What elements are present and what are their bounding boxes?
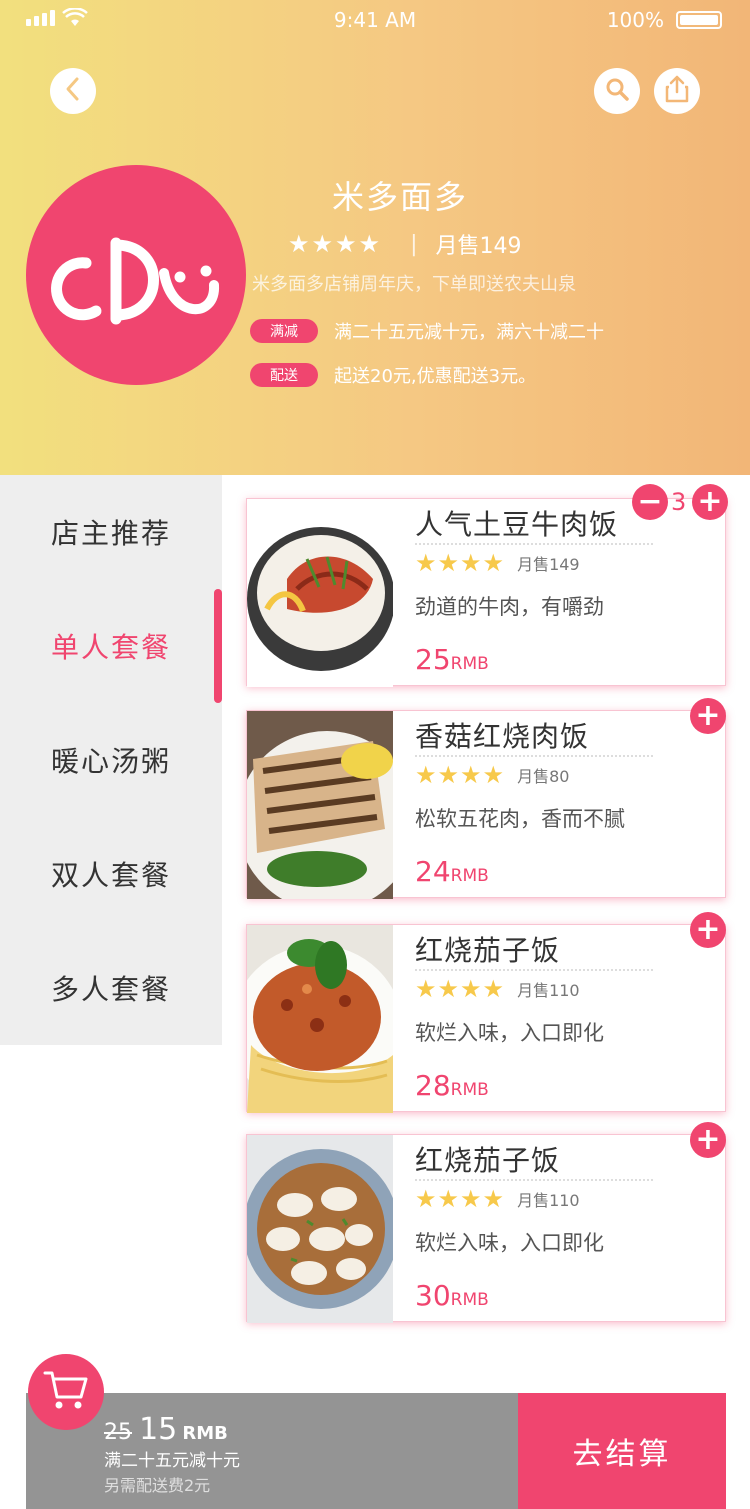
promo-discount: 满减 满二十五元减十元，满六十减二十 (250, 318, 604, 344)
dish-name: 人气土豆牛肉饭 (415, 503, 653, 545)
dish-description: 软烂入味，入口即化 (415, 1021, 604, 1045)
promo-delivery: 配送 起送20元,优惠配送3元。 (250, 362, 536, 388)
price-value: 25 (415, 643, 451, 676)
add-to-cart-button[interactable]: + (690, 698, 726, 734)
dish-stars: ★★★★ (415, 549, 506, 577)
shop-name: 米多面多 (331, 178, 468, 216)
cart-total-price: 15 (139, 1412, 178, 1447)
dish-photo (247, 499, 393, 687)
dish-price: 30RMB (415, 1279, 489, 1312)
shop-rating: ★★★★ | 月售149 (288, 228, 521, 260)
status-bar: 9:41 AM 100% (0, 0, 750, 40)
decrease-quantity-button[interactable]: − (632, 484, 668, 520)
dish-description: 软烂入味，入口即化 (415, 1231, 604, 1255)
minus-icon: − (637, 484, 663, 519)
divider: | (410, 231, 418, 257)
category-double-meal[interactable]: 双人套餐 (0, 817, 222, 931)
price-value: 24 (415, 855, 451, 888)
promo-tag: 配送 (250, 363, 318, 387)
share-button[interactable] (654, 68, 700, 114)
price-value: 28 (415, 1069, 451, 1102)
dish-card[interactable]: 红烧茄子饭 ★★★★ 月售110 软烂入味，入口即化 30RMB (246, 1134, 726, 1323)
shop-stars: ★★★★ (288, 230, 383, 258)
cart-icon (43, 1369, 89, 1415)
promo-text: 满二十五元减十元，满六十减二十 (334, 322, 604, 343)
dish-description: 松软五花肉，香而不腻 (415, 807, 625, 831)
cart-price-unit: RMB (182, 1423, 228, 1444)
shop-monthly-sales: 月售149 (435, 234, 522, 259)
cart-delivery-fee: 另需配送费2元 (104, 1476, 211, 1495)
price-value: 30 (415, 1279, 451, 1312)
dish-name: 香菇红烧肉饭 (415, 715, 653, 757)
dish-sales: 月售110 (517, 981, 580, 1000)
plus-icon: + (695, 1122, 721, 1157)
dish-name: 红烧茄子饭 (415, 929, 653, 971)
dish-card[interactable]: 人气土豆牛肉饭 ★★★★ 月售149 劲道的牛肉，有嚼劲 25RMB (246, 498, 726, 687)
dish-photo (247, 1135, 393, 1323)
cart-button[interactable] (28, 1354, 104, 1430)
dish-rating: ★★★★ 月售149 (415, 549, 580, 577)
add-to-cart-button[interactable]: + (690, 912, 726, 948)
category-soup-porridge[interactable]: 暖心汤粥 (0, 703, 222, 817)
plus-icon: + (695, 912, 721, 947)
battery-percent: 100% (606, 8, 664, 32)
price-unit: RMB (450, 1290, 489, 1310)
search-icon (604, 76, 630, 106)
dish-card[interactable]: 红烧茄子饭 ★★★★ 月售110 软烂入味，入口即化 28RMB (246, 924, 726, 1113)
shop-header: 9:41 AM 100% 米多面多 ★★★★ | 月售149 米多面多店铺周年庆… (0, 0, 750, 475)
dish-photo (247, 711, 393, 899)
dish-stars: ★★★★ (415, 1185, 506, 1213)
share-icon (664, 75, 690, 107)
dish-rating: ★★★★ 月售110 (415, 1185, 580, 1213)
dish-rating: ★★★★ 月售80 (415, 761, 569, 789)
plus-icon: + (695, 698, 721, 733)
dish-price: 24RMB (415, 855, 489, 888)
shop-notice: 米多面多店铺周年庆，下单即送农夫山泉 (252, 274, 576, 295)
cart-summary: 25 15 RMB 满二十五元减十元 另需配送费2元 (104, 1412, 240, 1495)
checkout-button[interactable]: 去结算 (518, 1393, 726, 1509)
shop-logo (26, 165, 246, 385)
dish-stars: ★★★★ (415, 761, 506, 789)
dish-photo (247, 925, 393, 1113)
promo-text: 起送20元,优惠配送3元。 (334, 366, 537, 387)
price-unit: RMB (450, 866, 489, 886)
category-group-meal[interactable]: 多人套餐 (0, 931, 222, 1045)
add-to-cart-button[interactable]: + (690, 1122, 726, 1158)
dish-price: 28RMB (415, 1069, 489, 1102)
price-unit: RMB (450, 1080, 489, 1100)
dish-sales: 月售80 (517, 767, 570, 786)
plus-icon: + (697, 484, 723, 519)
cart-original-price: 25 (104, 1420, 132, 1445)
dish-sales: 月售110 (517, 1191, 580, 1210)
search-button[interactable] (594, 68, 640, 114)
dish-name: 红烧茄子饭 (415, 1139, 653, 1181)
dish-rating: ★★★★ 月售110 (415, 975, 580, 1003)
dish-card[interactable]: 香菇红烧肉饭 ★★★★ 月售80 松软五花肉，香而不腻 24RMB (246, 710, 726, 899)
item-quantity: 3 (671, 488, 687, 516)
dish-sales: 月售149 (517, 555, 580, 574)
category-single-meal[interactable]: 单人套餐 (0, 589, 222, 703)
dish-stars: ★★★★ (415, 975, 506, 1003)
category-sidebar: 店主推荐 单人套餐 暖心汤粥 双人套餐 多人套餐 (0, 475, 222, 1045)
increase-quantity-button[interactable]: + (692, 484, 728, 520)
dish-description: 劲道的牛肉，有嚼劲 (415, 595, 604, 619)
dish-price: 25RMB (415, 643, 489, 676)
cart-discount: 满二十五元减十元 (104, 1451, 240, 1471)
back-button[interactable] (50, 68, 96, 114)
category-shop-recommend[interactable]: 店主推荐 (0, 475, 222, 589)
chevron-left-icon (62, 76, 84, 106)
promo-tag: 满减 (250, 319, 318, 343)
price-unit: RMB (450, 654, 489, 674)
battery-icon (676, 11, 722, 29)
